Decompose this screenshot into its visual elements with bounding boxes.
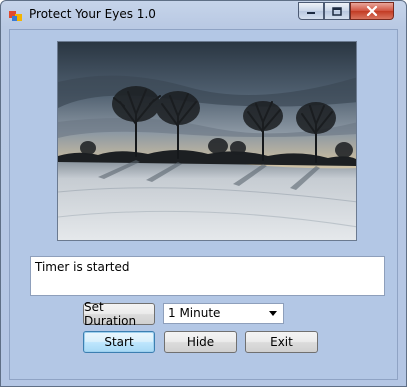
- minimize-button[interactable]: [298, 2, 324, 20]
- start-button[interactable]: Start: [83, 331, 155, 353]
- start-label: Start: [104, 335, 134, 349]
- maximize-icon: [332, 6, 342, 16]
- status-text: Timer is started: [35, 260, 130, 274]
- duration-selected-value: 1 Minute: [168, 306, 221, 320]
- set-duration-button[interactable]: Set Duration: [83, 300, 155, 328]
- close-icon: [366, 6, 378, 16]
- app-icon: [9, 11, 22, 21]
- close-button[interactable]: [350, 2, 394, 20]
- maximize-button[interactable]: [324, 2, 350, 20]
- minimize-icon: [307, 12, 315, 14]
- hide-label: Hide: [186, 335, 215, 349]
- title-bar[interactable]: Protect Your Eyes 1.0: [1, 1, 406, 29]
- hide-button[interactable]: Hide: [164, 331, 237, 353]
- exit-button[interactable]: Exit: [245, 331, 318, 353]
- duration-dropdown[interactable]: 1 Minute: [163, 303, 284, 324]
- set-duration-label: Set Duration: [84, 300, 137, 328]
- landscape-image: [57, 41, 357, 241]
- window-title: Protect Your Eyes 1.0: [29, 7, 156, 21]
- chevron-down-icon[interactable]: [268, 308, 278, 318]
- status-textbox[interactable]: Timer is started: [30, 256, 385, 296]
- exit-label: Exit: [270, 335, 293, 349]
- winter-trees-image: [58, 42, 356, 240]
